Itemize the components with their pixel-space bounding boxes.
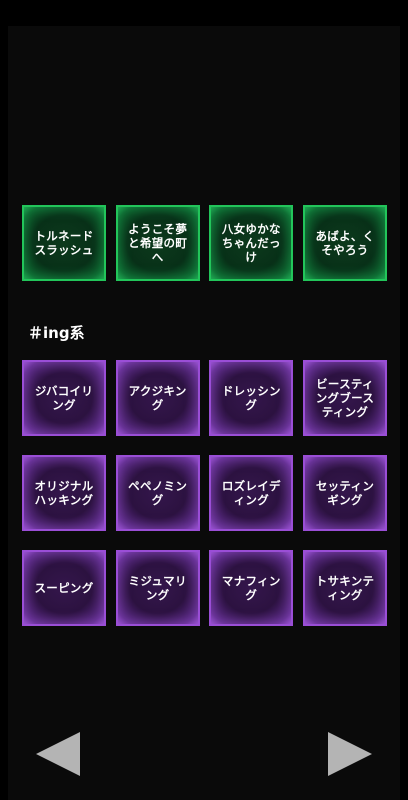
- next-page-button[interactable]: [326, 730, 374, 778]
- sound-button-settinging[interactable]: セッティン ギング: [302, 455, 387, 531]
- sound-button-pepenoming[interactable]: ペペノミン グ: [115, 455, 200, 531]
- sound-button-akujiking[interactable]: アクジキン グ: [115, 360, 200, 436]
- ing-row-3: スーピング ミジュマリ ング マナフィン グ トサキンテ ィング: [22, 550, 387, 626]
- ing-row-2: オリジナル ハッキング ペペノミン グ ロズレイデ ィング セッティン ギング: [22, 455, 387, 531]
- ing-row-1: ジバコイリ ング アクジキン グ ドレッシン グ ビースティ ングブース ティン…: [22, 360, 387, 436]
- triangle-right-icon: [328, 732, 372, 776]
- sound-button-suping[interactable]: スーピング: [22, 550, 106, 626]
- sound-button-rozureiding[interactable]: ロズレイデ ィング: [209, 455, 294, 531]
- triangle-left-icon: [36, 732, 80, 776]
- sound-button-manafing[interactable]: マナフィン グ: [209, 550, 294, 626]
- sound-button-beasting-boosting[interactable]: ビースティ ングブース ティング: [302, 360, 387, 436]
- sound-button-mijumaring[interactable]: ミジュマリ ング: [115, 550, 200, 626]
- sound-button-yame-yukana[interactable]: 八女ゆかな ちゃんだっ け: [209, 205, 294, 281]
- prev-page-button[interactable]: [34, 730, 82, 778]
- top-button-row: トルネード スラッシュ ようこそ夢 と希望の町 へ 八女ゆかな ちゃんだっ け …: [22, 205, 387, 281]
- sound-button-abayo[interactable]: あばよ、く そやろう: [302, 205, 387, 281]
- sound-button-tornado-slash[interactable]: トルネード スラッシュ: [22, 205, 106, 281]
- sound-button-jibakoiring[interactable]: ジバコイリ ング: [22, 360, 106, 436]
- sound-button-original-hacking[interactable]: オリジナル ハッキング: [22, 455, 106, 531]
- sound-button-tosakinting[interactable]: トサキンテ ィング: [302, 550, 387, 626]
- sound-button-dressing[interactable]: ドレッシン グ: [209, 360, 294, 436]
- sound-button-welcome-town[interactable]: ようこそ夢 と希望の町 へ: [115, 205, 200, 281]
- section-title: ＃ing系: [28, 324, 85, 342]
